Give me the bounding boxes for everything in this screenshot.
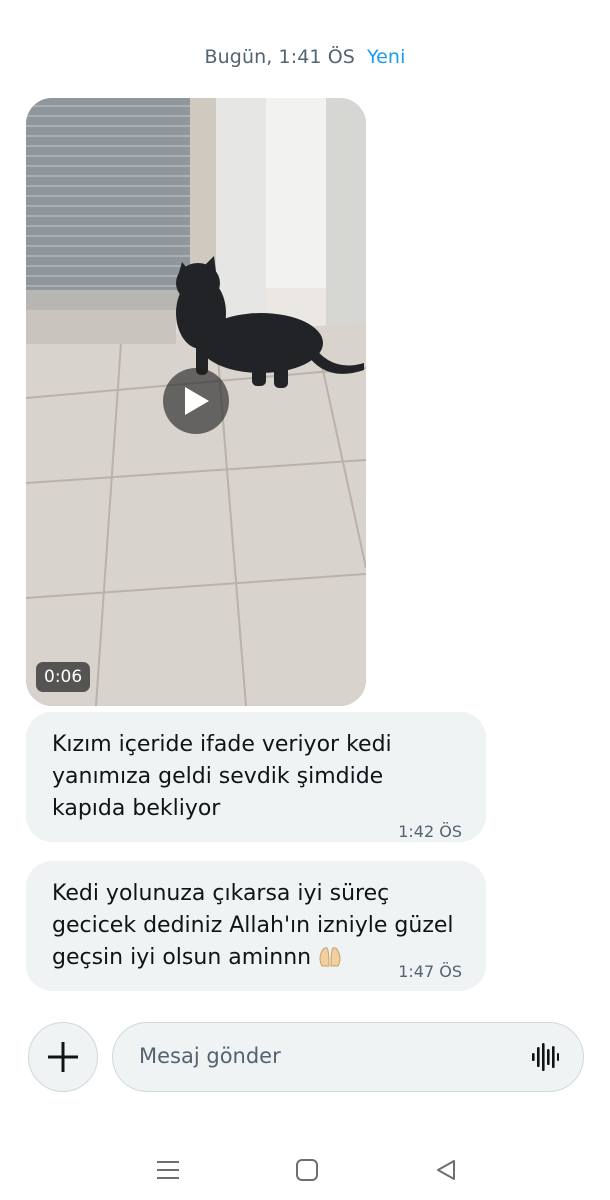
new-label: Yeni	[366, 46, 406, 68]
plus-icon	[48, 1042, 78, 1072]
add-attachment-button[interactable]	[28, 1022, 98, 1092]
message-input-placeholder: Mesaj gönder	[139, 1044, 281, 1068]
back-icon	[437, 1160, 455, 1180]
timestamp-text: Bugün, 1:41 ÖS	[204, 46, 355, 68]
recent-apps-icon	[157, 1161, 179, 1179]
message-input[interactable]: Mesaj gönder	[112, 1022, 584, 1092]
back-button[interactable]	[426, 1150, 466, 1190]
message-text-content: Kedi yolunuza çıkarsa iyi süreç gecicek …	[52, 881, 454, 970]
video-message[interactable]: 0:06	[26, 98, 366, 706]
home-button[interactable]	[287, 1150, 327, 1190]
system-navigation-bar	[0, 1140, 610, 1200]
video-duration: 0:06	[36, 662, 91, 692]
message-text: Kızım içeride ifade veriyor kedi yanımız…	[52, 732, 392, 821]
home-icon	[296, 1159, 318, 1181]
message-time: 1:47 ÖS	[398, 962, 462, 981]
recent-apps-button[interactable]	[148, 1150, 188, 1190]
conversation-timestamp: Bugün, 1:41 ÖS Yeni	[0, 46, 610, 68]
praying-hands-emoji	[319, 947, 341, 967]
voice-wave-icon[interactable]	[531, 1043, 559, 1071]
message-bubble[interactable]: Kızım içeride ifade veriyor kedi yanımız…	[26, 712, 486, 842]
message-time: 1:42 ÖS	[398, 822, 462, 841]
message-bubble[interactable]: Kedi yolunuza çıkarsa iyi süreç gecicek …	[26, 861, 486, 991]
play-button[interactable]	[163, 368, 229, 434]
play-icon	[185, 387, 209, 415]
